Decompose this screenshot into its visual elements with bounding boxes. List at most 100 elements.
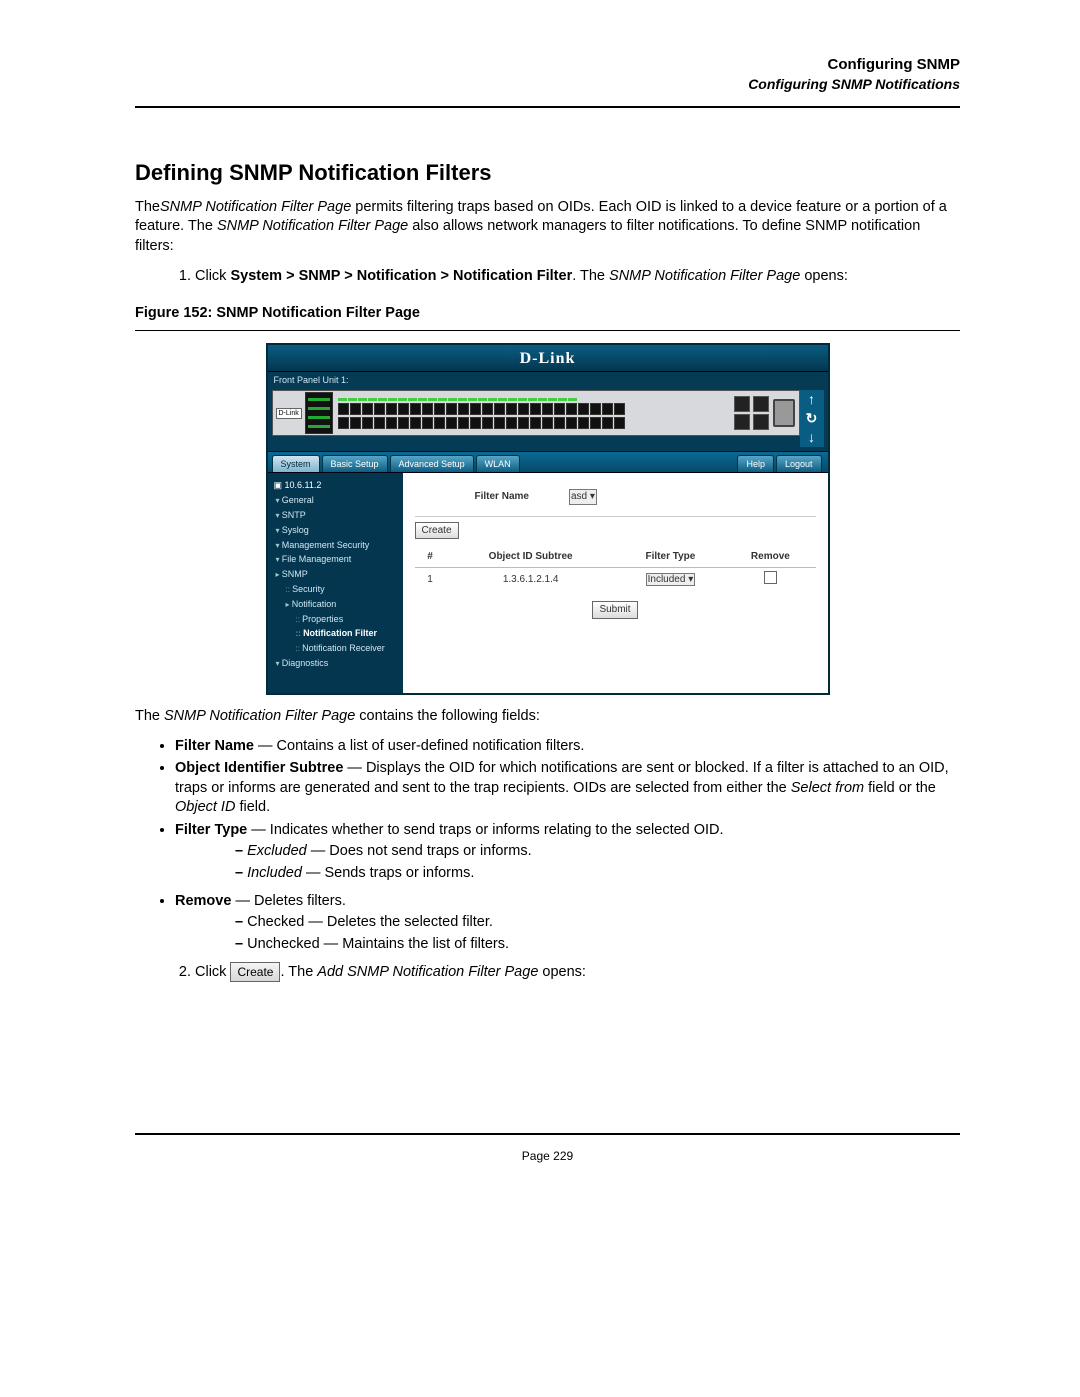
status-leds bbox=[305, 392, 333, 434]
step1-tail: opens: bbox=[800, 268, 848, 284]
panel-nav-arrows[interactable]: ↑ ↻ ↓ bbox=[800, 390, 824, 447]
sidebar-tree: ▣ 10.6.11.2 General SNTP Syslog Manageme… bbox=[268, 473, 403, 693]
tab-system[interactable]: System bbox=[272, 455, 320, 472]
app-body: ▣ 10.6.11.2 General SNTP Syslog Manageme… bbox=[268, 473, 828, 693]
arrow-up-icon[interactable]: ↑ bbox=[808, 390, 815, 409]
device-row: D-Link bbox=[268, 388, 828, 451]
arrow-down-icon[interactable]: ↓ bbox=[808, 428, 815, 447]
bullet-oid-subtree: Object Identifier Subtree — Displays the… bbox=[175, 759, 960, 818]
filter-type-select[interactable]: Included ▾ bbox=[646, 573, 696, 586]
tree-notification-filter[interactable]: Notification Filter bbox=[296, 626, 403, 641]
tree-diagnostics[interactable]: Diagnostics bbox=[276, 656, 403, 671]
table-header-row: # Object ID Subtree Filter Type Remove bbox=[415, 547, 816, 567]
table-row: 1 1.3.6.1.2.1.4 Included ▾ bbox=[415, 567, 816, 591]
footer-rule bbox=[135, 1133, 960, 1135]
serial-port bbox=[773, 399, 795, 427]
steps-list-2: Click Create. The Add SNMP Notification … bbox=[135, 962, 960, 983]
col-oid: Object ID Subtree bbox=[446, 547, 616, 567]
tab-advanced-setup[interactable]: Advanced Setup bbox=[390, 455, 474, 472]
figure-caption: Figure 152: SNMP Notification Filter Pag… bbox=[135, 304, 960, 324]
tree-file-mgmt[interactable]: File Management bbox=[276, 552, 403, 567]
sub-unchecked: Unchecked — Maintains the list of filter… bbox=[235, 935, 960, 955]
port-row-top bbox=[338, 403, 728, 415]
filter-type-sublist: Excluded — Does not send traps or inform… bbox=[175, 842, 960, 883]
step1-after: . The bbox=[572, 268, 609, 284]
filters-table: # Object ID Subtree Filter Type Remove 1… bbox=[415, 547, 816, 591]
tree-snmp[interactable]: SNMP bbox=[276, 567, 403, 582]
col-remove: Remove bbox=[725, 547, 815, 567]
brand-bar: D-Link bbox=[268, 345, 828, 373]
b3a-text: — Does not send traps or informs. bbox=[307, 843, 532, 859]
section-heading: Defining SNMP Notification Filters bbox=[135, 158, 960, 188]
cell-remove bbox=[725, 567, 815, 591]
header-rule bbox=[135, 106, 960, 108]
b2-em2: Object ID bbox=[175, 799, 235, 815]
tab-help[interactable]: Help bbox=[737, 455, 774, 472]
refresh-icon[interactable]: ↻ bbox=[806, 409, 818, 428]
bullet-remove: Remove — Deletes filters. Checked — Dele… bbox=[175, 892, 960, 955]
tree-security[interactable]: Security bbox=[286, 582, 403, 597]
cell-oid: 1.3.6.1.2.1.4 bbox=[446, 567, 616, 591]
step1-bold: System > SNMP > Notification > Notificat… bbox=[230, 268, 572, 284]
submit-row: Submit bbox=[415, 591, 816, 623]
b3b-text: — Sends traps or informs. bbox=[302, 865, 474, 881]
main-tabbar: System Basic Setup Advanced Setup WLAN H… bbox=[268, 451, 828, 473]
filter-name-row: Filter Name asd ▾ bbox=[415, 483, 816, 511]
tree-notification[interactable]: Notification bbox=[286, 597, 403, 612]
b4-text: — Deletes filters. bbox=[231, 893, 345, 909]
tab-basic-setup[interactable]: Basic Setup bbox=[322, 455, 388, 472]
tab-logout[interactable]: Logout bbox=[776, 455, 822, 472]
cell-num: 1 bbox=[415, 567, 446, 591]
step1-em: SNMP Notification Filter Page bbox=[609, 268, 800, 284]
create-button[interactable]: Create bbox=[415, 522, 459, 540]
tree-root-ip[interactable]: ▣ 10.6.11.2 bbox=[268, 477, 403, 493]
remove-checkbox[interactable] bbox=[764, 571, 777, 584]
b3-bold: Filter Type bbox=[175, 822, 247, 838]
step2-em: Add SNMP Notification Filter Page bbox=[317, 964, 538, 980]
tree-syslog[interactable]: Syslog bbox=[276, 523, 403, 538]
b2-em1: Select from bbox=[791, 780, 864, 796]
submit-button[interactable]: Submit bbox=[592, 601, 637, 619]
cell-type: Included ▾ bbox=[616, 567, 726, 591]
b3a-em: Excluded bbox=[247, 843, 307, 859]
filter-type-value: Included bbox=[648, 574, 686, 585]
tree-mgmt-security[interactable]: Management Security bbox=[276, 538, 403, 553]
remove-sublist: Checked — Deletes the selected filter. U… bbox=[175, 913, 960, 954]
port-row-leds bbox=[338, 398, 728, 401]
tree-properties[interactable]: Properties bbox=[296, 612, 403, 627]
sub-excluded: Excluded — Does not send traps or inform… bbox=[235, 842, 960, 862]
step2-after: . The bbox=[280, 964, 317, 980]
filter-name-select[interactable]: asd ▾ bbox=[569, 489, 597, 505]
intro-em1: SNMP Notification Filter Page bbox=[160, 199, 351, 215]
b1-text: — Contains a list of user-defined notifi… bbox=[254, 738, 584, 754]
step1-lead: Click bbox=[195, 268, 230, 284]
port-row-bottom bbox=[338, 417, 728, 429]
bullet-filter-type: Filter Type — Indicates whether to send … bbox=[175, 821, 960, 884]
intro-em2: SNMP Notification Filter Page bbox=[217, 218, 408, 234]
b3b-em: Included bbox=[247, 865, 302, 881]
after-tail: contains the following fields: bbox=[355, 708, 540, 724]
header-title: Configuring SNMP bbox=[135, 55, 960, 75]
filter-name-label: Filter Name bbox=[475, 490, 529, 504]
tab-wlan[interactable]: WLAN bbox=[476, 455, 520, 472]
b2-bold: Object Identifier Subtree bbox=[175, 760, 343, 776]
field-bullets: Filter Name — Contains a list of user-de… bbox=[135, 737, 960, 955]
sub-checked: Checked — Deletes the selected filter. bbox=[235, 913, 960, 933]
sub-included: Included — Sends traps or informs. bbox=[235, 864, 960, 884]
bullet-filter-name: Filter Name — Contains a list of user-de… bbox=[175, 737, 960, 757]
header-subtitle: Configuring SNMP Notifications bbox=[135, 75, 960, 94]
col-num: # bbox=[415, 547, 446, 567]
tree-notification-receiver[interactable]: Notification Receiver bbox=[296, 641, 403, 656]
figure-rule-top bbox=[135, 330, 960, 331]
tree-general[interactable]: General bbox=[276, 493, 403, 508]
steps-list: Click System > SNMP > Notification > Not… bbox=[135, 267, 960, 287]
page-footer: Page 229 bbox=[135, 1142, 960, 1164]
after-figure-text: The SNMP Notification Filter Page contai… bbox=[135, 707, 960, 727]
page-header: Configuring SNMP Configuring SNMP Notifi… bbox=[135, 55, 960, 94]
step2-lead: Click bbox=[195, 964, 230, 980]
b4-bold: Remove bbox=[175, 893, 231, 909]
tree-sntp[interactable]: SNTP bbox=[276, 508, 403, 523]
ethernet-ports bbox=[336, 397, 730, 429]
intro-paragraph: TheSNMP Notification Filter Page permits… bbox=[135, 198, 960, 257]
create-button-inline[interactable]: Create bbox=[230, 962, 280, 982]
